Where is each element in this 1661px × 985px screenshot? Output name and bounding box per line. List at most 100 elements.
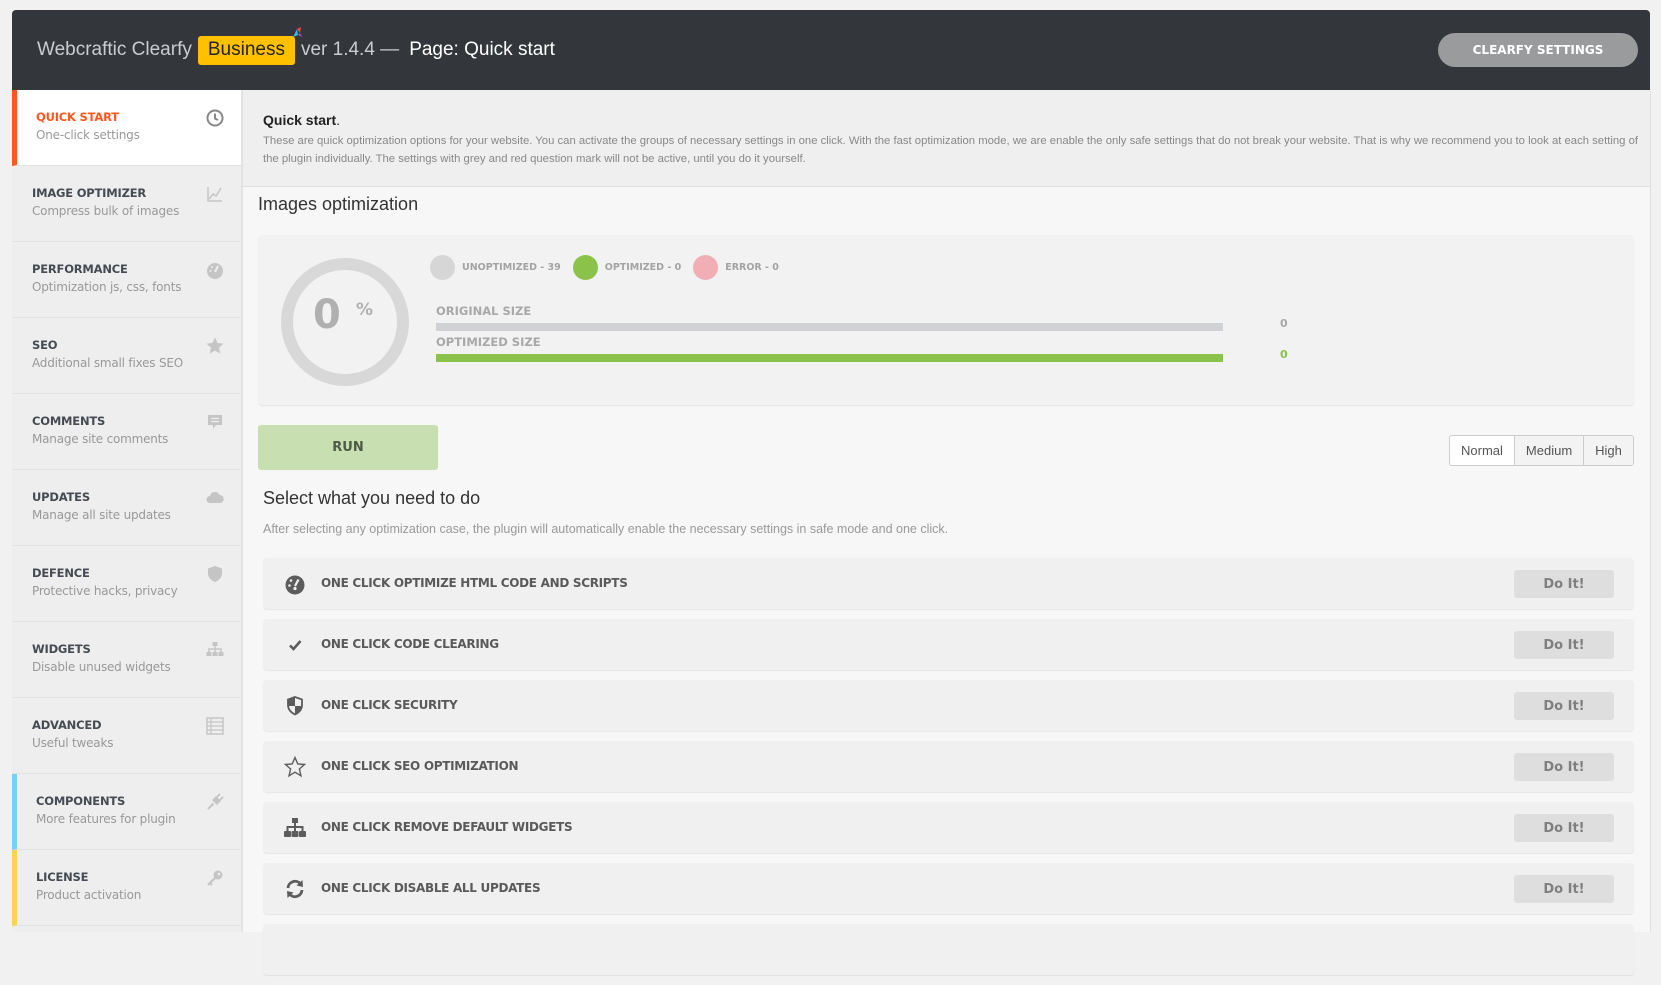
sidebar-item-title: UPDATES — [32, 490, 90, 504]
action-row-code-clearing: ONE CLICK CODE CLEARING Do It! — [263, 619, 1634, 670]
legend-optimized: OPTIMIZED - 0 — [572, 255, 682, 280]
quick-actions-list: ONE CLICK OPTIMIZE HTML CODE AND SCRIPTS… — [263, 558, 1634, 985]
level-high[interactable]: High — [1584, 436, 1633, 465]
action-label: ONE CLICK CODE CLEARING — [321, 637, 499, 651]
plug-icon — [205, 792, 225, 812]
checkmark-icon — [283, 633, 307, 657]
shield-icon — [283, 694, 307, 718]
sidebar-item-updates[interactable]: UPDATES Manage all site updates — [12, 470, 241, 546]
optimized-size-bar-fill — [436, 354, 1223, 362]
legend-label: ERROR - 0 — [725, 262, 779, 273]
images-optimization-title: Images optimization — [258, 194, 419, 214]
do-it-button[interactable]: Do It! — [1514, 875, 1614, 903]
sitemap-icon — [205, 640, 225, 660]
sidebar-item-image-optimizer[interactable]: IMAGE OPTIMIZER Compress bulk of images — [12, 166, 241, 242]
edition-badge: Business — [197, 26, 302, 65]
action-row-optimize-html: ONE CLICK OPTIMIZE HTML CODE AND SCRIPTS… — [263, 558, 1634, 609]
sitemap-icon — [283, 816, 307, 840]
legend-label: UNOPTIMIZED - 39 — [462, 262, 561, 273]
legend-dot-unoptimized — [430, 255, 455, 280]
action-label: ONE CLICK OPTIMIZE HTML CODE AND SCRIPTS — [321, 576, 628, 590]
app-title: Webcraftic Clearfy Business ver 1.4.4 — … — [37, 10, 555, 90]
sidebar-item-title: COMPONENTS — [36, 794, 126, 808]
action-label: ONE CLICK SEO OPTIMIZATION — [321, 759, 519, 773]
original-size-value: 0 — [1280, 317, 1288, 330]
do-it-button[interactable]: Do It! — [1514, 631, 1614, 659]
do-it-button[interactable]: Do It! — [1514, 692, 1614, 720]
sidebar-item-license[interactable]: LICENSE Product activation — [12, 850, 241, 926]
action-row-seo: ONE CLICK SEO OPTIMIZATION Do It! — [263, 741, 1634, 792]
page-label: Page: Quick start — [409, 39, 555, 60]
compression-level-selector: Normal Medium High — [1449, 435, 1634, 466]
intro-title-text: Quick start — [263, 112, 337, 128]
sidebar-item-quick-start[interactable]: QUICK START One-click settings — [12, 90, 241, 166]
sidebar-item-title: WIDGETS — [32, 642, 91, 656]
sidebar-item-title: COMMENTS — [32, 414, 106, 428]
intro-title: Quick start. — [263, 112, 340, 128]
sidebar-item-title: IMAGE OPTIMIZER — [32, 186, 147, 200]
sidebar-item-subtitle: Manage site comments — [32, 432, 169, 446]
sidebar-item-subtitle: More features for plugin — [36, 812, 176, 826]
sidebar-item-components[interactable]: COMPONENTS More features for plugin — [12, 774, 241, 850]
status-legend: UNOPTIMIZED - 39 OPTIMIZED - 0 ERROR - 0 — [430, 255, 791, 280]
sidebar-item-title: QUICK START — [36, 110, 119, 124]
image-stats-panel: 0 % UNOPTIMIZED - 39 OPTIMIZED - 0 ERROR… — [258, 235, 1634, 405]
sidebar-item-defence[interactable]: DEFENCE Protective hacks, privacy — [12, 546, 241, 622]
intro-panel: Quick start. These are quick optimizatio… — [243, 90, 1650, 187]
intro-description: These are quick optimization options for… — [263, 135, 1638, 165]
action-label: ONE CLICK REMOVE DEFAULT WIDGETS — [321, 820, 573, 834]
intro-title-suffix: . — [336, 112, 341, 128]
sidebar-item-subtitle: Optimization js, css, fonts — [32, 280, 182, 294]
do-it-button[interactable]: Do It! — [1514, 753, 1614, 781]
main-content: Quick start. These are quick optimizatio… — [243, 90, 1651, 975]
cloud-icon — [205, 488, 225, 508]
sidebar-item-comments[interactable]: COMMENTS Manage site comments — [12, 394, 241, 470]
sidebar-item-title: LICENSE — [36, 870, 89, 884]
app-header: Webcraftic Clearfy Business ver 1.4.4 — … — [12, 10, 1650, 90]
dashboard-icon — [205, 260, 225, 280]
key-icon — [205, 868, 225, 888]
sidebar-item-performance[interactable]: PERFORMANCE Optimization js, css, fonts — [12, 242, 241, 318]
do-it-button[interactable]: Do It! — [1514, 570, 1614, 598]
level-medium[interactable]: Medium — [1514, 436, 1585, 465]
sidebar-item-subtitle: Useful tweaks — [32, 736, 114, 750]
sidebar-item-subtitle: One-click settings — [36, 128, 140, 142]
sidebar-item-seo[interactable]: SEO Additional small fixes SEO — [12, 318, 241, 394]
action-label: ONE CLICK SECURITY — [321, 698, 458, 712]
dashboard-icon — [283, 572, 307, 596]
sidebar-item-subtitle: Protective hacks, privacy — [32, 584, 178, 598]
sidebar-item-widgets[interactable]: WIDGETS Disable unused widgets — [12, 622, 241, 698]
sidebar-item-advanced[interactable]: ADVANCED Useful tweaks — [12, 698, 241, 774]
sidebar-item-title: SEO — [32, 338, 58, 352]
progress-percent-value: 0 — [313, 292, 341, 338]
star-outline-icon — [283, 755, 307, 779]
level-normal[interactable]: Normal — [1450, 436, 1515, 465]
sidebar-item-subtitle: Product activation — [36, 888, 142, 902]
sidebar-item-subtitle: Disable unused widgets — [32, 660, 171, 674]
comment-icon — [205, 412, 225, 432]
action-row-disable-updates: ONE CLICK DISABLE ALL UPDATES Do It! — [263, 863, 1634, 914]
list-icon — [205, 716, 225, 736]
legend-label: OPTIMIZED - 0 — [604, 262, 682, 273]
do-it-button[interactable]: Do It! — [1514, 814, 1614, 842]
optimized-size-bar — [436, 354, 1223, 362]
action-row-remove-widgets: ONE CLICK REMOVE DEFAULT WIDGETS Do It! — [263, 802, 1634, 853]
clearfy-settings-button[interactable]: CLEARFY SETTINGS — [1438, 33, 1638, 67]
shield-icon — [205, 564, 225, 584]
run-button[interactable]: RUN — [258, 425, 438, 470]
app-name: Webcraftic Clearfy — [37, 39, 192, 60]
action-row-security: ONE CLICK SECURITY Do It! — [263, 680, 1634, 731]
sidebar-item-title: PERFORMANCE — [32, 262, 128, 276]
legend-dot-optimized — [572, 255, 598, 280]
legend-dot-error — [693, 255, 719, 280]
rocket-icon — [292, 26, 302, 37]
refresh-icon — [283, 877, 307, 901]
original-size-bar-fill — [436, 323, 1223, 331]
sidebar-item-title: DEFENCE — [32, 566, 90, 580]
quick-actions-description: After selecting any optimization case, t… — [263, 522, 949, 536]
sidebar-item-title: ADVANCED — [32, 718, 102, 732]
original-size-label: ORIGINAL SIZE — [436, 304, 532, 318]
progress-percent-sign: % — [356, 300, 374, 320]
optimized-size-value: 0 — [1280, 348, 1288, 361]
version-label: ver 1.4.4 — — [300, 39, 400, 60]
